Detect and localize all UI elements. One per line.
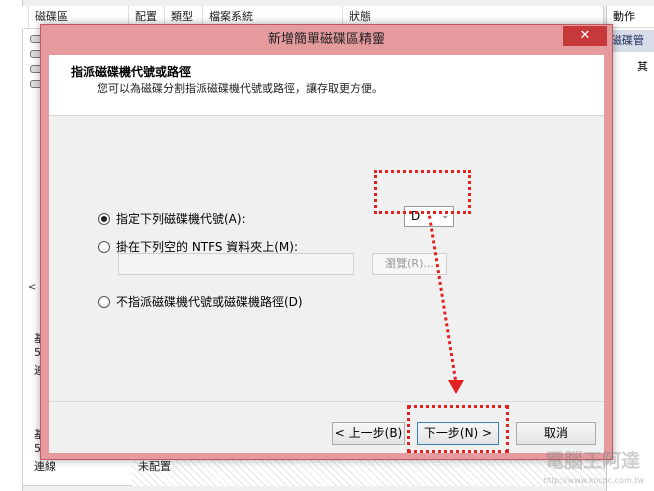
scroll-left-arrow[interactable]: < [28,282,36,293]
left-frame-border [0,0,23,491]
wizard-step-description: 您可以為磁碟分割指派磁碟機代號或路徑，讓存取更方便。 [97,82,383,95]
option-no-assign-label: 不指派磁碟機代號或磁碟機路徑(D) [116,295,303,309]
actions-disk-management[interactable]: 磁碟管 [607,30,654,52]
close-button[interactable]: ✕ [563,26,607,46]
dialog-title: 新增簡單磁碟區精靈 [267,32,385,47]
watermark-url: http://www.kocpc.com.tw [543,476,644,485]
dialog-body: 指派磁碟機代號或路徑 您可以為磁碟分割指派磁碟機代號或路徑，讓存取更方便。 指定… [49,55,604,453]
back-button[interactable]: < 上一步(B) [332,422,405,445]
option-no-assign[interactable]: 不指派磁碟機代號或磁碟機路徑(D) [98,293,303,310]
close-icon: ✕ [579,28,591,43]
wizard-header: 指派磁碟機代號或路徑 您可以為磁碟分割指派磁碟機代號或路徑，讓存取更方便。 [49,55,604,116]
disk-status: 連線 [34,460,56,473]
option-assign-letter-label: 指定下列磁碟機代號(A): [116,212,246,226]
radio-no-assign[interactable] [98,295,110,308]
watermark-logo: 電腦王阿達 [544,450,640,472]
option-assign-letter[interactable]: 指定下列磁碟機代號(A): [98,210,246,227]
next-button-highlight [407,405,509,453]
actions-header: 動作 [607,6,654,28]
actions-more[interactable]: 其 [637,58,648,74]
new-simple-volume-wizard: 新增簡單磁碟區精靈 ✕ 指派磁碟機代號或路徑 您可以為磁碟分割指派磁碟機代號或路… [40,24,613,460]
folder-path-input[interactable] [118,253,354,275]
wizard-step-title: 指派磁碟機代號或路徑 [71,65,192,79]
drive-letter-highlight [374,170,471,214]
radio-mount-folder[interactable] [98,240,110,253]
actions-pane: 動作 磁碟管 其 [606,6,654,491]
radio-assign-letter[interactable] [98,212,110,225]
cancel-button[interactable]: 取消 [516,422,596,445]
unallocated-label: 未配置 [138,460,171,473]
footer-divider [49,401,604,402]
arrow-head-icon [448,380,464,394]
